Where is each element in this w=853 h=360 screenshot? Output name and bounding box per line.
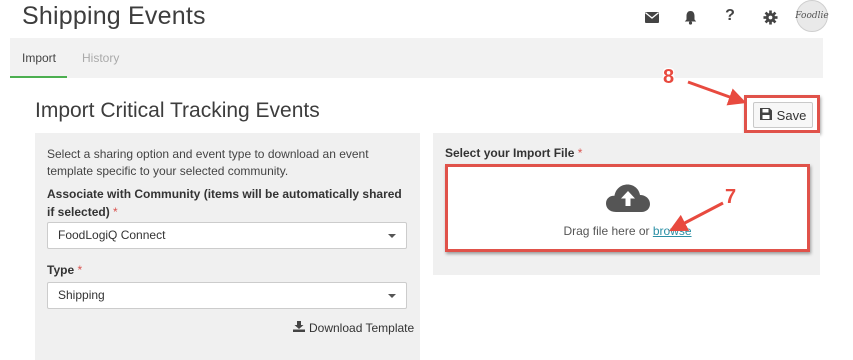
- save-highlight-box: Save: [744, 95, 820, 133]
- import-file-label-text: Select your Import File: [445, 146, 575, 160]
- cloud-upload-icon: [605, 183, 651, 218]
- community-select[interactable]: FoodLogiQ Connect: [47, 222, 407, 249]
- caret-down-icon: [388, 294, 396, 298]
- community-select-value: FoodLogiQ Connect: [58, 228, 166, 242]
- tab-bar: Import History: [10, 38, 823, 78]
- drop-instructions: Drag file here or browse: [448, 224, 807, 238]
- drop-text: Drag file here or: [563, 224, 650, 238]
- template-panel: Select a sharing option and event type t…: [35, 133, 420, 360]
- save-label: Save: [776, 107, 807, 123]
- envelope-icon[interactable]: [640, 5, 664, 29]
- callout-number-7: 7: [725, 186, 737, 208]
- required-marker: *: [113, 205, 118, 219]
- type-label: Type *: [47, 261, 82, 279]
- section-title: Import Critical Tracking Events: [35, 99, 320, 122]
- tab-import[interactable]: Import: [22, 38, 56, 78]
- active-tab-indicator: [10, 76, 67, 78]
- download-template-label: Download Template: [309, 321, 415, 335]
- required-marker: *: [77, 263, 83, 277]
- callout-number-8: 8: [663, 66, 675, 88]
- community-label-text: Associate with Community (items will be …: [47, 187, 402, 219]
- floppy-disk-icon: [759, 107, 772, 123]
- help-text: Select a sharing option and event type t…: [47, 147, 369, 178]
- type-select-value: Shipping: [58, 288, 105, 302]
- required-marker: *: [577, 146, 583, 160]
- community-label: Associate with Community (items will be …: [47, 185, 407, 221]
- bell-icon[interactable]: [678, 5, 702, 29]
- browse-link[interactable]: browse: [653, 224, 692, 238]
- file-dropzone[interactable]: Drag file here or browse: [445, 164, 810, 252]
- avatar[interactable]: Foodlie: [795, 0, 829, 32]
- download-template-link[interactable]: Download Template: [293, 321, 414, 335]
- gear-icon[interactable]: [758, 5, 782, 29]
- import-panel: Select your Import File * Drag file here…: [433, 133, 820, 275]
- help-icon[interactable]: ?: [718, 4, 742, 28]
- caret-down-icon: [388, 234, 396, 238]
- import-file-label: Select your Import File *: [445, 146, 582, 160]
- arrow-to-save: [687, 79, 747, 106]
- page-title: Shipping Events: [22, 2, 206, 30]
- save-button[interactable]: Save: [753, 102, 813, 128]
- download-icon: [293, 321, 305, 335]
- tab-history[interactable]: History: [82, 38, 119, 78]
- type-select[interactable]: Shipping: [47, 282, 407, 309]
- type-label-text: Type: [47, 263, 75, 277]
